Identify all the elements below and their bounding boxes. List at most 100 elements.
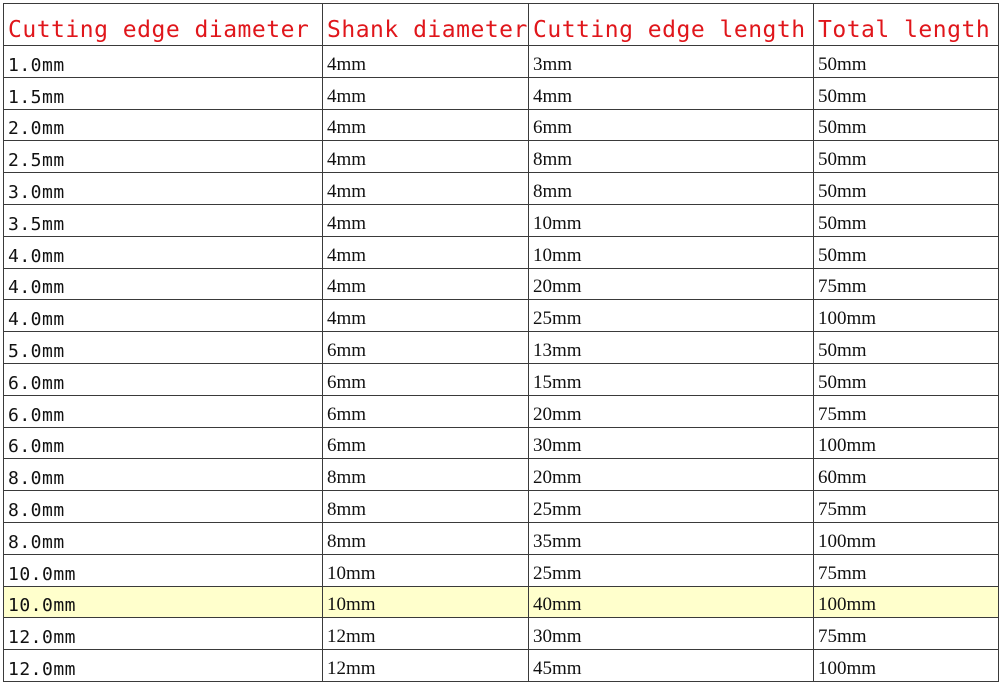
cell-cutting-edge-length[interactable]: 25mm	[528, 553, 814, 587]
cell-cutting-edge-diameter[interactable]: 12.0mm	[3, 649, 323, 682]
cell-total-length[interactable]: 75mm	[813, 394, 999, 428]
header-cutting-edge-diameter[interactable]: Cutting edge diameter	[3, 3, 323, 46]
cell-shank-diameter[interactable]: 4mm	[322, 267, 529, 301]
cell-total-length[interactable]: 50mm	[813, 76, 999, 110]
cell-cutting-edge-diameter[interactable]: 3.0mm	[3, 172, 323, 205]
cell-cutting-edge-diameter[interactable]: 12.0mm	[3, 617, 323, 651]
cell-total-length[interactable]: 60mm	[813, 458, 999, 492]
cell-shank-diameter[interactable]: 4mm	[322, 235, 529, 269]
cell-cutting-edge-diameter[interactable]: 10.0mm	[3, 585, 323, 619]
cell-cutting-edge-length[interactable]: 10mm	[528, 203, 814, 237]
table-row: 2.0mm 4mm 6mm 50mm	[3, 108, 999, 142]
cell-total-length[interactable]: 75mm	[813, 490, 999, 523]
cell-cutting-edge-diameter[interactable]: 8.0mm	[3, 458, 323, 492]
cell-cutting-edge-diameter[interactable]: 8.0mm	[3, 490, 323, 523]
header-shank-diameter[interactable]: Shank diameter	[322, 3, 529, 46]
table-row: 4.0mm 4mm 25mm 100mm	[3, 299, 999, 333]
cell-cutting-edge-diameter[interactable]: 4.0mm	[3, 235, 323, 269]
cell-cutting-edge-diameter[interactable]: 3.5mm	[3, 203, 323, 237]
cell-cutting-edge-length[interactable]: 3mm	[528, 45, 814, 78]
cell-shank-diameter[interactable]: 6mm	[322, 362, 529, 396]
cell-shank-diameter[interactable]: 4mm	[322, 299, 529, 333]
cell-total-length[interactable]: 50mm	[813, 108, 999, 142]
header-total-length[interactable]: Total length	[813, 3, 999, 46]
cell-shank-diameter[interactable]: 12mm	[322, 649, 529, 682]
cell-shank-diameter[interactable]: 10mm	[322, 585, 529, 619]
header-cutting-edge-length[interactable]: Cutting edge length	[528, 3, 814, 46]
cell-total-length[interactable]: 50mm	[813, 235, 999, 269]
cell-cutting-edge-diameter[interactable]: 2.0mm	[3, 108, 323, 142]
cell-total-length[interactable]: 50mm	[813, 331, 999, 364]
table-row: 4.0mm 4mm 20mm 75mm	[3, 267, 999, 301]
cell-cutting-edge-length[interactable]: 45mm	[528, 649, 814, 682]
cell-total-length[interactable]: 100mm	[813, 521, 999, 555]
cell-cutting-edge-length[interactable]: 6mm	[528, 108, 814, 142]
table-row: 1.0mm 4mm 3mm 50mm	[3, 45, 999, 78]
cell-cutting-edge-diameter[interactable]: 4.0mm	[3, 267, 323, 301]
cell-cutting-edge-length[interactable]: 8mm	[528, 140, 814, 174]
cell-shank-diameter[interactable]: 6mm	[322, 394, 529, 428]
cell-shank-diameter[interactable]: 6mm	[322, 426, 529, 460]
cell-total-length[interactable]: 75mm	[813, 267, 999, 301]
cell-cutting-edge-diameter[interactable]: 4.0mm	[3, 299, 323, 333]
cell-cutting-edge-diameter[interactable]: 6.0mm	[3, 362, 323, 396]
header-row: Cutting edge diameter Shank diameter Cut…	[3, 3, 999, 46]
cell-cutting-edge-length[interactable]: 13mm	[528, 331, 814, 364]
cell-total-length[interactable]: 75mm	[813, 617, 999, 651]
cell-shank-diameter[interactable]: 4mm	[322, 108, 529, 142]
cell-cutting-edge-length[interactable]: 20mm	[528, 267, 814, 301]
cell-cutting-edge-length[interactable]: 8mm	[528, 172, 814, 205]
cell-shank-diameter[interactable]: 4mm	[322, 172, 529, 205]
cell-total-length[interactable]: 100mm	[813, 649, 999, 682]
table-row: 6.0mm 6mm 30mm 100mm	[3, 426, 999, 460]
cell-cutting-edge-length[interactable]: 30mm	[528, 617, 814, 651]
cell-total-length[interactable]: 100mm	[813, 585, 999, 619]
table-row: 1.5mm 4mm 4mm 50mm	[3, 76, 999, 110]
table-row: 3.5mm 4mm 10mm 50mm	[3, 203, 999, 237]
cell-shank-diameter[interactable]: 4mm	[322, 140, 529, 174]
cell-total-length[interactable]: 50mm	[813, 362, 999, 396]
table-row: 4.0mm 4mm 10mm 50mm	[3, 235, 999, 269]
cell-cutting-edge-length[interactable]: 10mm	[528, 235, 814, 269]
cell-cutting-edge-length[interactable]: 25mm	[528, 299, 814, 333]
cell-cutting-edge-length[interactable]: 35mm	[528, 521, 814, 555]
table-row: 6.0mm 6mm 15mm 50mm	[3, 362, 999, 396]
cell-shank-diameter[interactable]: 8mm	[322, 458, 529, 492]
cell-total-length[interactable]: 100mm	[813, 299, 999, 333]
cell-cutting-edge-length[interactable]: 40mm	[528, 585, 814, 619]
table-body: 1.0mm 4mm 3mm 50mm 1.5mm 4mm 4mm 50mm 2.0mm 4mm 6m…	[3, 45, 999, 682]
cell-total-length[interactable]: 50mm	[813, 172, 999, 205]
cell-total-length[interactable]: 50mm	[813, 140, 999, 174]
cell-cutting-edge-diameter[interactable]: 1.5mm	[3, 76, 323, 110]
cell-total-length[interactable]: 50mm	[813, 203, 999, 237]
table-row: 5.0mm 6mm 13mm 50mm	[3, 331, 999, 364]
cell-cutting-edge-diameter[interactable]: 6.0mm	[3, 426, 323, 460]
cell-cutting-edge-diameter[interactable]: 1.0mm	[3, 45, 323, 78]
cell-cutting-edge-length[interactable]: 25mm	[528, 490, 814, 523]
cell-total-length[interactable]: 50mm	[813, 45, 999, 78]
cell-total-length[interactable]: 100mm	[813, 426, 999, 460]
cell-cutting-edge-length[interactable]: 4mm	[528, 76, 814, 110]
table-row: 10.0mm 10mm 40mm 100mm	[3, 585, 999, 619]
cell-total-length[interactable]: 75mm	[813, 553, 999, 587]
cell-shank-diameter[interactable]: 12mm	[322, 617, 529, 651]
spec-table: Cutting edge diameter Shank diameter Cut…	[3, 3, 999, 682]
cell-cutting-edge-diameter[interactable]: 6.0mm	[3, 394, 323, 428]
cell-cutting-edge-length[interactable]: 30mm	[528, 426, 814, 460]
cell-cutting-edge-diameter[interactable]: 5.0mm	[3, 331, 323, 364]
cell-shank-diameter[interactable]: 8mm	[322, 490, 529, 523]
cell-cutting-edge-length[interactable]: 20mm	[528, 458, 814, 492]
cell-cutting-edge-diameter[interactable]: 8.0mm	[3, 521, 323, 555]
cell-cutting-edge-length[interactable]: 15mm	[528, 362, 814, 396]
cell-shank-diameter[interactable]: 6mm	[322, 331, 529, 364]
cell-cutting-edge-diameter[interactable]: 10.0mm	[3, 553, 323, 587]
table-row: 6.0mm 6mm 20mm 75mm	[3, 394, 999, 428]
table-row: 8.0mm 8mm 25mm 75mm	[3, 490, 999, 523]
cell-shank-diameter[interactable]: 4mm	[322, 203, 529, 237]
cell-shank-diameter[interactable]: 4mm	[322, 45, 529, 78]
cell-shank-diameter[interactable]: 10mm	[322, 553, 529, 587]
cell-cutting-edge-diameter[interactable]: 2.5mm	[3, 140, 323, 174]
cell-shank-diameter[interactable]: 8mm	[322, 521, 529, 555]
cell-cutting-edge-length[interactable]: 20mm	[528, 394, 814, 428]
cell-shank-diameter[interactable]: 4mm	[322, 76, 529, 110]
